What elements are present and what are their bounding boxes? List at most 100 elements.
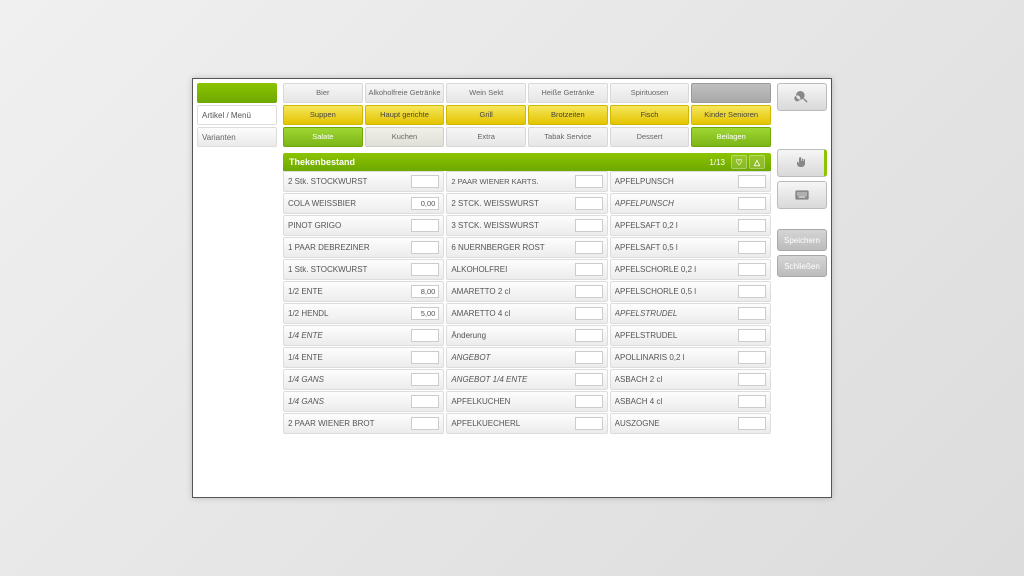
list-item-qty[interactable] bbox=[411, 263, 439, 276]
sidebar-item-artikel[interactable]: Artikel / Menü bbox=[197, 105, 277, 125]
category-tab[interactable]: Brotzeiten bbox=[528, 105, 608, 125]
list-item[interactable]: 1/4 GANS bbox=[283, 369, 444, 390]
list-item[interactable]: APFELSCHORLE 0,5 l bbox=[610, 281, 771, 302]
list-item[interactable]: ALKOHOLFREI bbox=[446, 259, 607, 280]
list-item-qty[interactable] bbox=[575, 219, 603, 232]
touch-button[interactable] bbox=[777, 149, 827, 177]
list-item-qty[interactable]: 5,00 bbox=[411, 307, 439, 320]
category-tab[interactable]: Tabak Service bbox=[528, 127, 608, 147]
list-item-qty[interactable]: 0,00 bbox=[411, 197, 439, 210]
list-item-qty[interactable] bbox=[411, 219, 439, 232]
category-tab[interactable]: Kuchen bbox=[365, 127, 445, 147]
list-item-qty[interactable] bbox=[738, 373, 766, 386]
list-item[interactable]: ASBACH 4 cl bbox=[610, 391, 771, 412]
list-item-qty[interactable] bbox=[738, 351, 766, 364]
category-tab[interactable]: Grill bbox=[446, 105, 526, 125]
list-item-qty[interactable] bbox=[575, 307, 603, 320]
sidebar-item-varianten[interactable]: Varianten bbox=[197, 127, 277, 147]
list-item-qty[interactable] bbox=[411, 417, 439, 430]
list-item[interactable]: AMARETTO 2 cl bbox=[446, 281, 607, 302]
list-item[interactable]: APFELSAFT 0,2 l bbox=[610, 215, 771, 236]
list-item[interactable]: APOLLINARIS 0,2 l bbox=[610, 347, 771, 368]
list-item[interactable]: ANGEBOT 1/4 ENTE bbox=[446, 369, 607, 390]
list-item-qty[interactable] bbox=[738, 285, 766, 298]
list-item[interactable]: 3 STCK. WEISSWURST bbox=[446, 215, 607, 236]
list-item[interactable]: 6 NUERNBERGER ROST bbox=[446, 237, 607, 258]
list-item[interactable]: AMARETTO 4 cl bbox=[446, 303, 607, 324]
list-item-qty[interactable] bbox=[738, 219, 766, 232]
category-tab[interactable]: Kinder Senioren bbox=[691, 105, 771, 125]
list-item[interactable]: 2 Stk. STOCKWURST bbox=[283, 171, 444, 192]
list-item-qty[interactable] bbox=[738, 175, 766, 188]
list-item[interactable]: APFELPUNSCH bbox=[610, 193, 771, 214]
list-item[interactable]: AUSZOGNE bbox=[610, 413, 771, 434]
close-button[interactable]: Schließen bbox=[777, 255, 827, 277]
list-item-qty[interactable] bbox=[738, 197, 766, 210]
list-item-qty[interactable] bbox=[575, 417, 603, 430]
page-prev-button[interactable]: ♡ bbox=[731, 155, 747, 169]
page-next-button[interactable]: △ bbox=[749, 155, 765, 169]
category-tab[interactable]: Beilagen bbox=[691, 127, 771, 147]
category-tab[interactable]: Dessert bbox=[610, 127, 690, 147]
category-tab[interactable]: Fisch bbox=[610, 105, 690, 125]
list-item-qty[interactable] bbox=[575, 197, 603, 210]
save-button[interactable]: Speichern bbox=[777, 229, 827, 251]
list-item[interactable]: 1/4 ENTE bbox=[283, 347, 444, 368]
list-item[interactable]: APFELKUCHEN bbox=[446, 391, 607, 412]
list-item-qty[interactable]: 8,00 bbox=[411, 285, 439, 298]
keyboard-button[interactable] bbox=[777, 181, 827, 209]
list-item-qty[interactable] bbox=[575, 329, 603, 342]
category-tab[interactable]: Salate bbox=[283, 127, 363, 147]
category-tab[interactable]: Alkoholfreie Getränke bbox=[365, 83, 445, 103]
list-item[interactable]: APFELSCHORLE 0,2 l bbox=[610, 259, 771, 280]
list-item-qty[interactable] bbox=[575, 373, 603, 386]
list-item-label: ASBACH 2 cl bbox=[615, 375, 738, 384]
list-item[interactable]: Änderung bbox=[446, 325, 607, 346]
list-item[interactable]: APFELSAFT 0,5 l bbox=[610, 237, 771, 258]
list-item-qty[interactable] bbox=[575, 395, 603, 408]
category-tab[interactable]: Suppen bbox=[283, 105, 363, 125]
category-tab[interactable]: Wein Sekt bbox=[446, 83, 526, 103]
list-item-qty[interactable] bbox=[411, 329, 439, 342]
list-item[interactable]: 1 PAAR DEBREZINER bbox=[283, 237, 444, 258]
category-tab[interactable] bbox=[691, 83, 771, 103]
list-item[interactable]: 1 Stk. STOCKWURST bbox=[283, 259, 444, 280]
search-button[interactable] bbox=[777, 83, 827, 111]
list-item-qty[interactable] bbox=[575, 263, 603, 276]
category-tab[interactable]: Spirituosen bbox=[610, 83, 690, 103]
list-item[interactable]: 2 STCK. WEISSWURST bbox=[446, 193, 607, 214]
list-item-qty[interactable] bbox=[738, 395, 766, 408]
list-item[interactable]: APFELKUECHERL bbox=[446, 413, 607, 434]
category-tab[interactable]: Extra bbox=[446, 127, 526, 147]
list-item-qty[interactable] bbox=[738, 417, 766, 430]
list-item-qty[interactable] bbox=[411, 373, 439, 386]
category-tab[interactable]: Bier bbox=[283, 83, 363, 103]
list-item-qty[interactable] bbox=[575, 351, 603, 364]
list-item-qty[interactable] bbox=[738, 263, 766, 276]
list-item-qty[interactable] bbox=[575, 241, 603, 254]
list-item[interactable]: ANGEBOT bbox=[446, 347, 607, 368]
list-item[interactable]: PINOT GRIGO bbox=[283, 215, 444, 236]
category-tab[interactable]: Haupt gerichte bbox=[365, 105, 445, 125]
list-item[interactable]: 1/4 ENTE bbox=[283, 325, 444, 346]
list-item[interactable]: 2 PAAR WIENER KARTS. bbox=[446, 171, 607, 192]
list-item[interactable]: 1/4 GANS bbox=[283, 391, 444, 412]
list-item-qty[interactable] bbox=[738, 241, 766, 254]
list-item-qty[interactable] bbox=[411, 395, 439, 408]
list-item[interactable]: 2 PAAR WIENER BROT bbox=[283, 413, 444, 434]
list-item-qty[interactable] bbox=[411, 175, 439, 188]
list-item-qty[interactable] bbox=[575, 175, 603, 188]
list-item[interactable]: APFELSTRUDEL bbox=[610, 325, 771, 346]
list-item-qty[interactable] bbox=[411, 241, 439, 254]
list-item-qty[interactable] bbox=[575, 285, 603, 298]
list-item[interactable]: ASBACH 2 cl bbox=[610, 369, 771, 390]
list-item[interactable]: 1/2 HENDL5,00 bbox=[283, 303, 444, 324]
list-item[interactable]: APFELSTRUDEL bbox=[610, 303, 771, 324]
list-item[interactable]: 1/2 ENTE8,00 bbox=[283, 281, 444, 302]
list-item-qty[interactable] bbox=[738, 329, 766, 342]
list-item-qty[interactable] bbox=[411, 351, 439, 364]
category-tab[interactable]: Heiße Getränke bbox=[528, 83, 608, 103]
list-item-qty[interactable] bbox=[738, 307, 766, 320]
list-item[interactable]: APFELPUNSCH bbox=[610, 171, 771, 192]
list-item[interactable]: COLA WEISSBIER0,00 bbox=[283, 193, 444, 214]
